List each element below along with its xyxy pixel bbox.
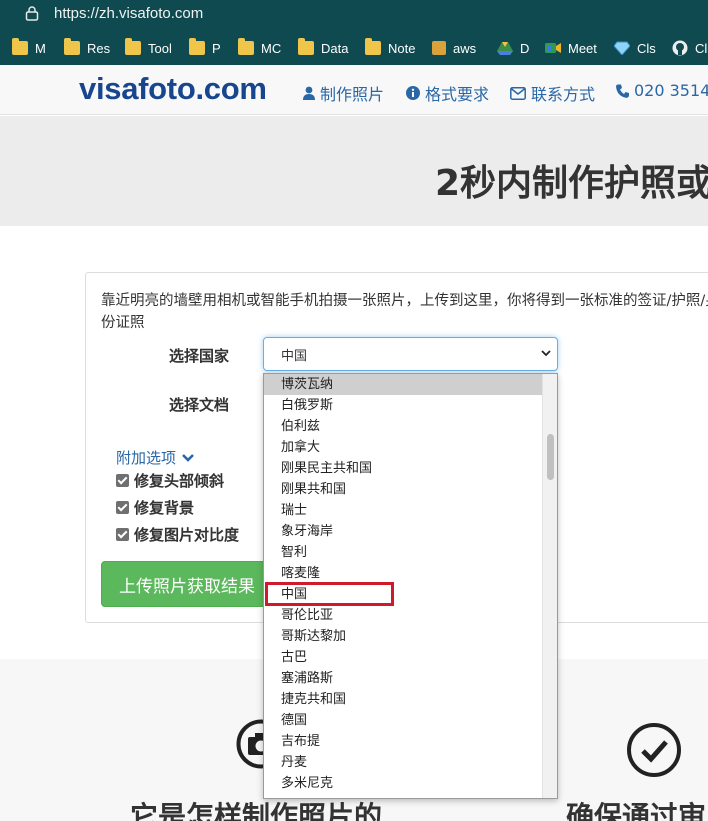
country-select[interactable]: 中国 bbox=[263, 337, 558, 371]
bookmark-label: D bbox=[520, 40, 530, 56]
bookmark-meet[interactable]: Meet bbox=[545, 39, 597, 57]
drive-icon bbox=[497, 42, 513, 55]
bookmark-label: Data bbox=[321, 40, 349, 56]
bookmark-mc[interactable]: MC bbox=[238, 38, 282, 57]
country-label: 选择国家 bbox=[169, 347, 230, 365]
country-option[interactable]: 哥伦比亚 bbox=[264, 605, 542, 626]
meet-icon bbox=[545, 43, 561, 53]
country-option[interactable]: 哥斯达黎加 bbox=[264, 626, 542, 647]
phone-icon bbox=[616, 84, 629, 98]
nav-label: 020 3514 bbox=[634, 81, 708, 100]
bookmark-cls[interactable]: Cls bbox=[614, 39, 656, 57]
country-option[interactable]: 塞浦路斯 bbox=[264, 668, 542, 689]
nav-format-requirements[interactable]: 格式要求 bbox=[406, 81, 489, 105]
upload-button-label: 上传照片获取结果 bbox=[119, 576, 255, 597]
nav-contact[interactable]: 联系方式 bbox=[510, 81, 595, 105]
site-logo[interactable]: visafoto.com bbox=[79, 71, 267, 107]
mail-icon bbox=[510, 86, 526, 100]
bookmark-label: aws bbox=[453, 40, 477, 56]
chevron-down-icon bbox=[541, 350, 551, 357]
nav-phone[interactable]: 020 3514 bbox=[616, 81, 708, 100]
folder-icon bbox=[365, 38, 381, 55]
bookmark-tool[interactable]: Tool bbox=[125, 38, 172, 57]
bookmark-label: Note bbox=[388, 40, 416, 56]
info-icon bbox=[406, 86, 420, 100]
diamond-icon bbox=[614, 41, 630, 55]
document-label: 选择文档 bbox=[169, 396, 230, 414]
country-option[interactable]: 丹麦 bbox=[264, 752, 542, 773]
bookmark-m[interactable]: M bbox=[12, 38, 46, 57]
fix-contrast-checkbox[interactable]: 修复图片对比度 bbox=[116, 524, 239, 545]
bookmark-label: Tool bbox=[148, 40, 172, 56]
country-option[interactable]: 象牙海岸 bbox=[264, 521, 542, 542]
upload-photo-button[interactable]: 上传照片获取结果 bbox=[101, 561, 281, 607]
feature-title: 确保通过审 bbox=[566, 800, 707, 821]
checkbox-checked[interactable] bbox=[116, 528, 129, 541]
bookmark-label: Meet bbox=[568, 40, 597, 56]
country-option[interactable]: 多米尼克 bbox=[264, 773, 542, 794]
country-option[interactable]: 捷克共和国 bbox=[264, 689, 542, 710]
bookmark-label: MC bbox=[261, 40, 282, 56]
lock-icon bbox=[25, 6, 39, 21]
country-option[interactable]: 喀麦隆 bbox=[264, 563, 542, 584]
folder-icon bbox=[298, 38, 314, 55]
country-option[interactable]: 德国 bbox=[264, 710, 542, 731]
url-text[interactable]: https://zh.visafoto.com bbox=[54, 5, 203, 22]
fix-background-checkbox[interactable]: 修复背景 bbox=[116, 497, 194, 518]
country-option[interactable]: 吉布提 bbox=[264, 731, 542, 752]
nav-make-photo[interactable]: 制作照片 bbox=[303, 81, 384, 105]
folder-icon bbox=[238, 38, 254, 55]
checkbox-checked[interactable] bbox=[116, 501, 129, 514]
country-option[interactable]: 博茨瓦纳 bbox=[264, 374, 542, 395]
github-icon bbox=[672, 40, 688, 56]
intro-text: 靠近明亮的墙壁用相机或智能手机拍摄一张照片，上传到这里，你将得到一张标准的签证/… bbox=[101, 293, 708, 331]
bookmark-cl[interactable]: Cl bbox=[672, 39, 707, 57]
country-option[interactable]: 伯利兹 bbox=[264, 416, 542, 437]
country-option[interactable]: 古巴 bbox=[264, 647, 542, 668]
country-option[interactable]: 瑞士 bbox=[264, 500, 542, 521]
site-header: visafoto.com 制作照片 格式要求 联系方式 020 3514 bbox=[0, 65, 708, 115]
check-circle-icon bbox=[627, 723, 681, 777]
nav-label: 联系方式 bbox=[531, 85, 596, 104]
bookmark-label: Res bbox=[87, 40, 111, 56]
browser-url-bar[interactable]: https://zh.visafoto.com bbox=[0, 0, 708, 30]
bookmark-res[interactable]: Res bbox=[64, 38, 111, 57]
box-icon bbox=[432, 41, 446, 55]
country-option[interactable]: 加拿大 bbox=[264, 437, 542, 458]
bookmark-data[interactable]: Data bbox=[298, 38, 349, 57]
hero-title: 2秒内制作护照或 bbox=[435, 163, 708, 204]
country-option[interactable]: 白俄罗斯 bbox=[264, 395, 542, 416]
chevron-down-icon bbox=[182, 453, 194, 462]
folder-icon bbox=[125, 38, 141, 55]
country-option[interactable]: 刚果民主共和国 bbox=[264, 458, 542, 479]
dropdown-scroll-thumb[interactable] bbox=[547, 434, 554, 480]
extra-options-toggle[interactable]: 附加选项 bbox=[116, 447, 195, 468]
bookmark-d[interactable]: D bbox=[497, 39, 529, 57]
checkbox-checked[interactable] bbox=[116, 474, 129, 487]
checkbox-label: 修复图片对比度 bbox=[134, 526, 240, 544]
annotation-highlight-box bbox=[265, 582, 394, 606]
checkbox-label: 修复背景 bbox=[134, 499, 195, 517]
country-select-value: 中国 bbox=[281, 348, 308, 364]
bookmark-p[interactable]: P bbox=[189, 38, 221, 57]
country-option[interactable]: 智利 bbox=[264, 542, 542, 563]
bookmark-label: Cls bbox=[637, 40, 656, 56]
folder-icon bbox=[12, 38, 28, 55]
country-option[interactable]: 刚果共和国 bbox=[264, 479, 542, 500]
hero-banner: 2秒内制作护照或 bbox=[0, 116, 708, 226]
bookmark-label: P bbox=[212, 40, 221, 56]
bookmark-label: Cl bbox=[695, 40, 708, 56]
user-icon bbox=[303, 86, 315, 100]
fix-head-tilt-checkbox[interactable]: 修复头部倾斜 bbox=[116, 470, 224, 491]
folder-icon bbox=[64, 38, 80, 55]
bookmark-label: M bbox=[35, 40, 46, 56]
nav-label: 格式要求 bbox=[425, 85, 490, 104]
checkbox-label: 修复头部倾斜 bbox=[134, 472, 225, 490]
folder-icon bbox=[189, 38, 205, 55]
nav-label: 制作照片 bbox=[320, 85, 385, 104]
bookmark-aws[interactable]: aws bbox=[432, 39, 476, 57]
bookmark-note[interactable]: Note bbox=[365, 38, 416, 57]
bookmarks-bar: M Res Tool P MC Data Note aws D Meet Cls… bbox=[0, 30, 708, 65]
extra-options-label: 附加选项 bbox=[116, 449, 177, 467]
